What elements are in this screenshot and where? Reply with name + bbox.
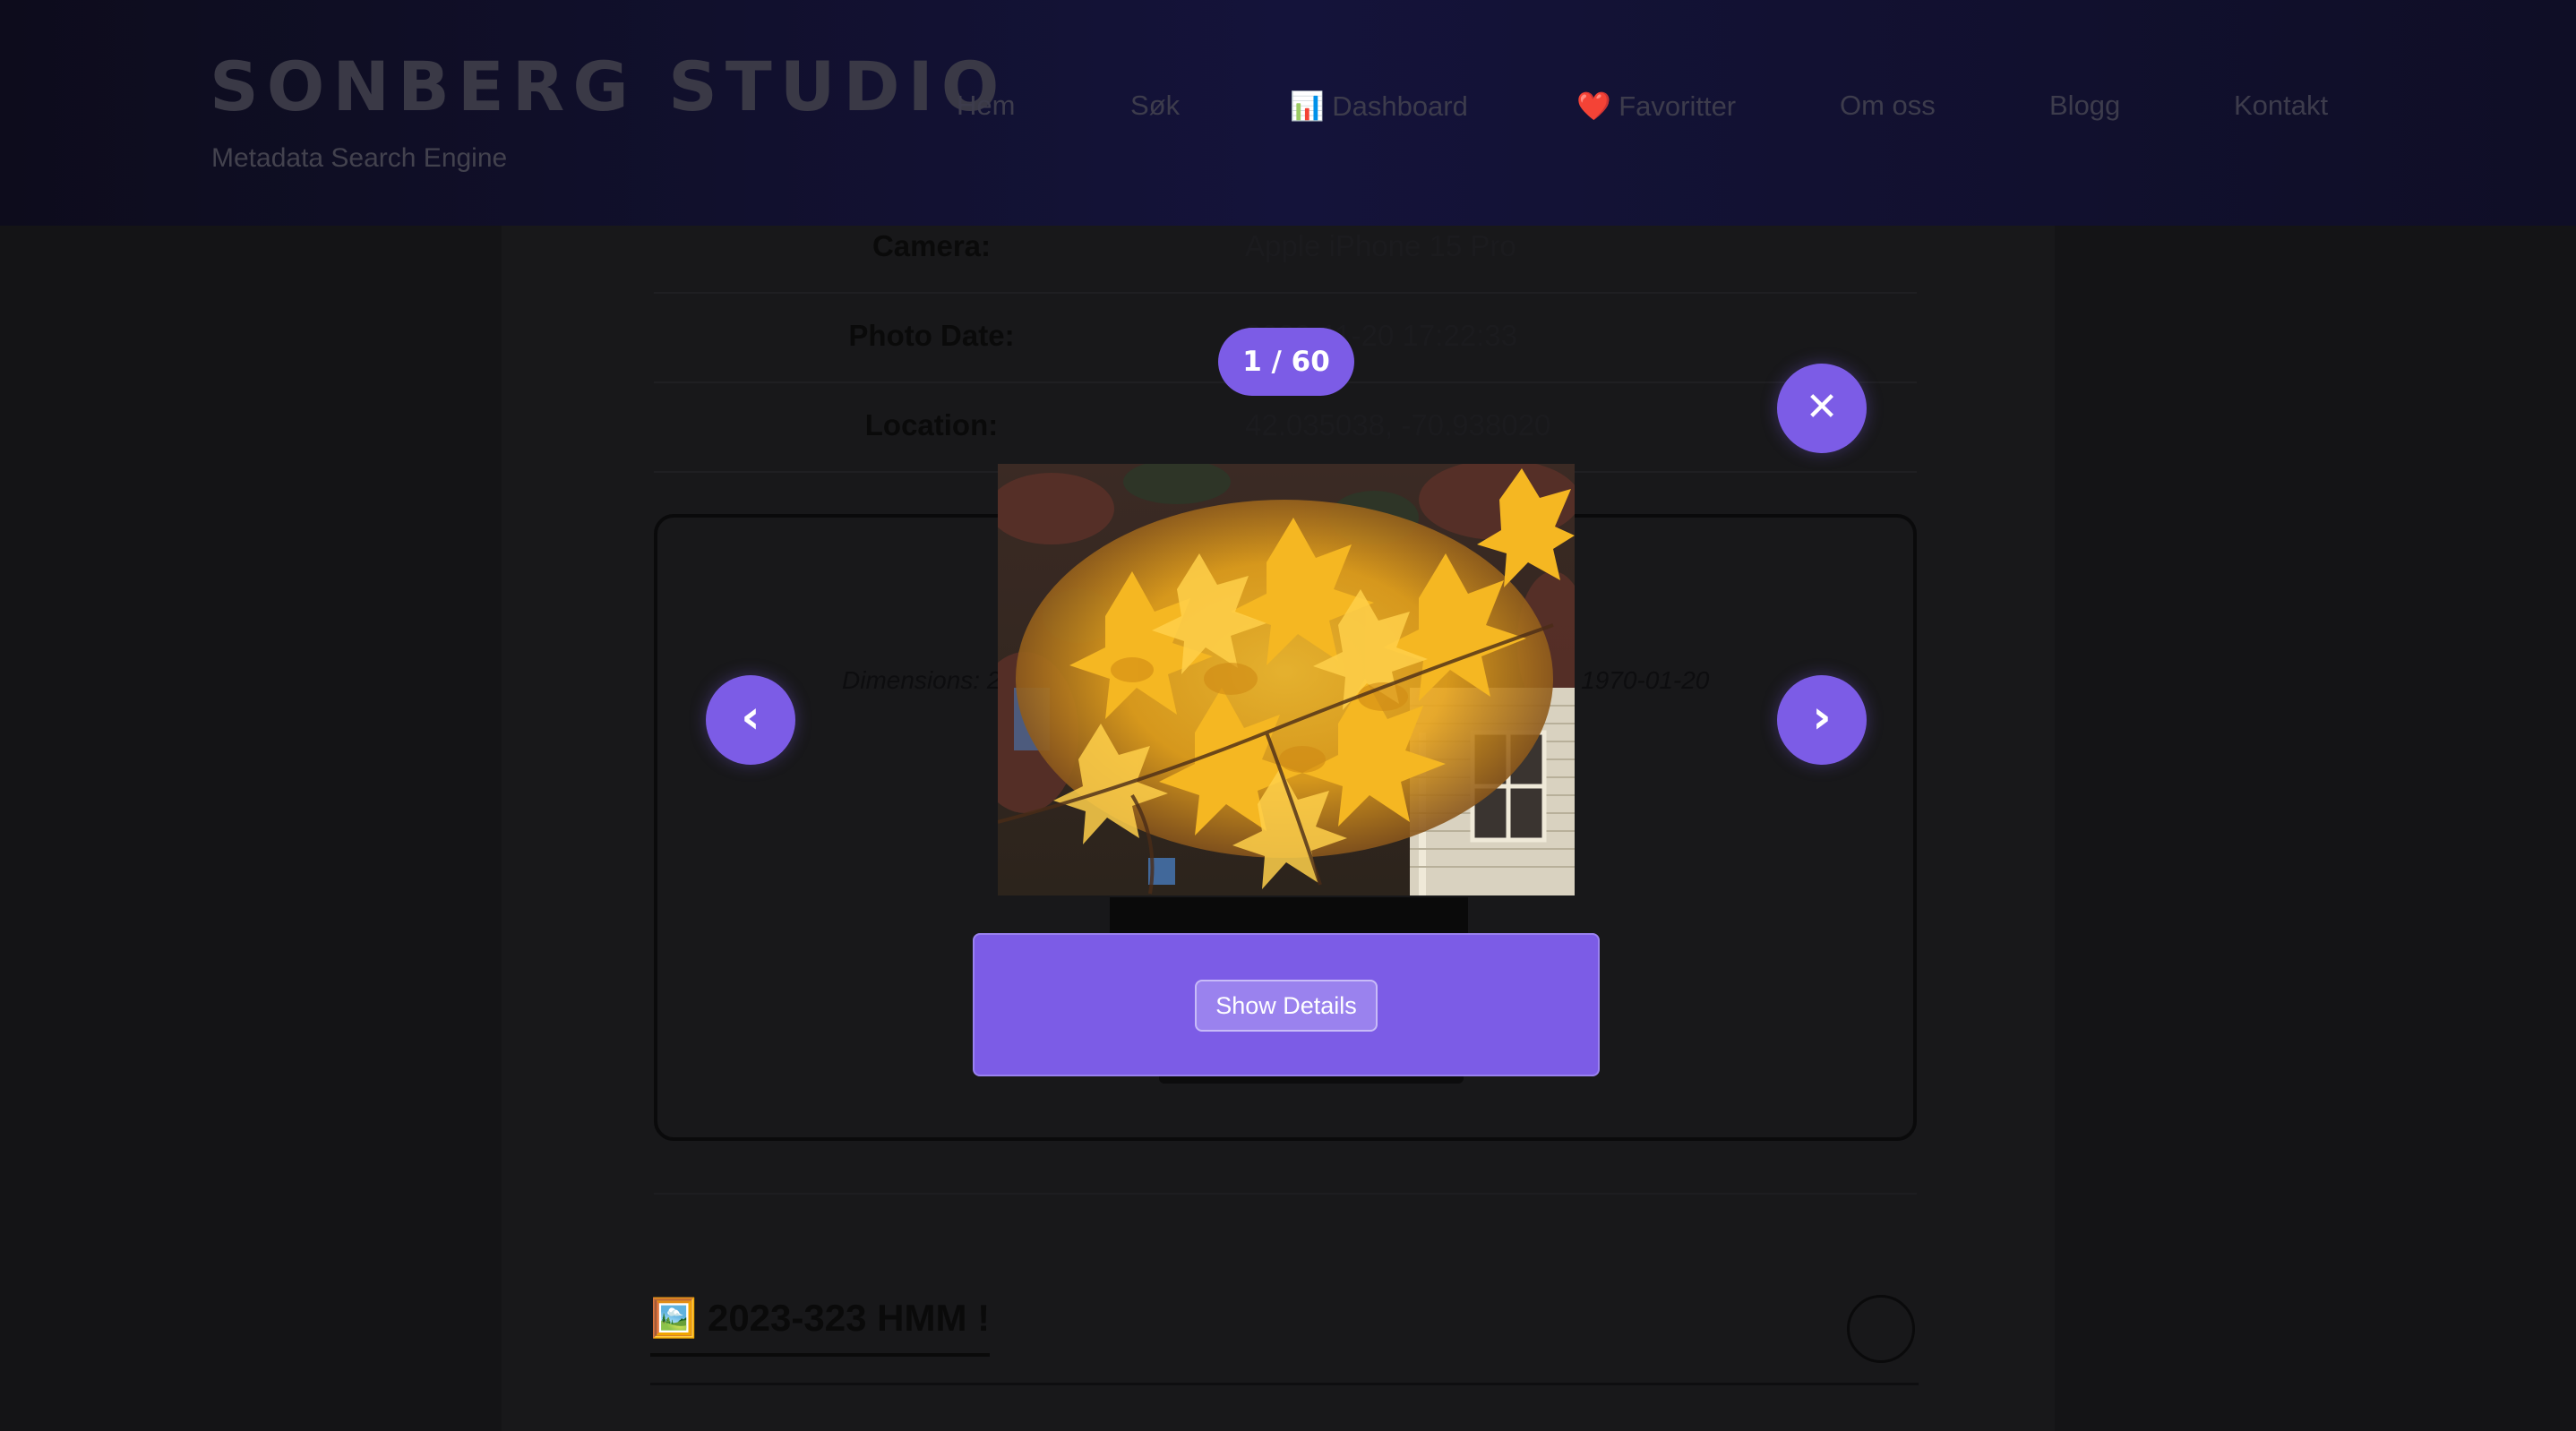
previous-button[interactable]: ‹	[706, 675, 795, 765]
chevron-left-icon: ‹	[741, 690, 760, 744]
show-details-button[interactable]: Show Details	[1195, 980, 1378, 1032]
chevron-right-icon: ›	[1812, 690, 1832, 744]
close-icon: ✕	[1805, 384, 1839, 430]
autumn-maple-photo	[998, 464, 1575, 895]
image-counter: 1 / 60	[1218, 328, 1354, 396]
details-panel: Show Details	[973, 933, 1600, 1076]
next-button[interactable]: ›	[1777, 675, 1867, 765]
close-button[interactable]: ✕	[1777, 364, 1867, 453]
lightbox-photo[interactable]	[998, 464, 1575, 895]
